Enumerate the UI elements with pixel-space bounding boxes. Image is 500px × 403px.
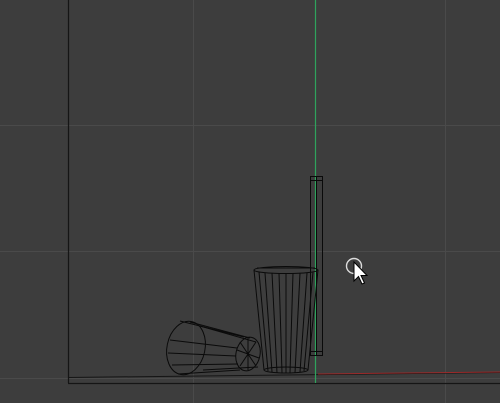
standing-cup-object[interactable] bbox=[253, 266, 319, 374]
rotate-cursor-icon bbox=[345, 257, 369, 285]
viewport-frame-lines bbox=[67, 0, 500, 385]
viewport-grid bbox=[0, 0, 500, 403]
3d-viewport[interactable] bbox=[0, 0, 500, 403]
tipped-cup-object[interactable] bbox=[162, 318, 263, 379]
